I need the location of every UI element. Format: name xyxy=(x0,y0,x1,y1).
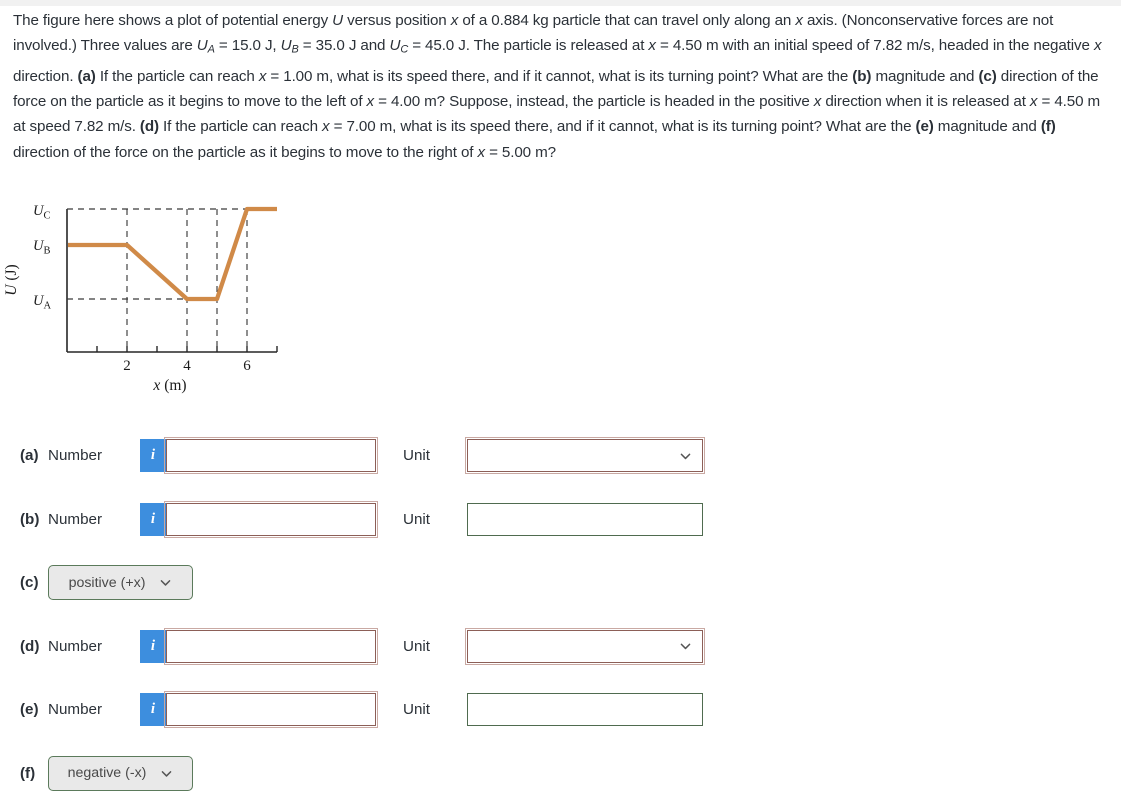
row-label: (e) xyxy=(20,701,39,719)
number-label: Number xyxy=(48,701,103,719)
chevron-down-icon xyxy=(680,453,691,459)
number-input[interactable] xyxy=(164,500,378,538)
number-input[interactable] xyxy=(164,627,378,665)
xtick-label-6: 6 xyxy=(243,358,251,374)
answer-row-a: (a) Number i Unit xyxy=(0,424,1121,488)
chevron-down-icon xyxy=(161,580,171,586)
answer-row-e: (e) Number i Unit xyxy=(0,678,1121,742)
number-label: Number xyxy=(48,637,103,655)
answer-row-b: (b) Number i Unit xyxy=(0,488,1121,552)
unit-label: Unit xyxy=(403,510,431,528)
ytick-label-uc: UC xyxy=(33,203,51,221)
problem-statement: The figure here shows a plot of potentia… xyxy=(13,12,1102,161)
direction-select-value: negative (-x) xyxy=(67,765,147,782)
x-axis-label: x (m) xyxy=(152,377,186,394)
unit-label: Unit xyxy=(403,447,431,465)
chevron-down-icon xyxy=(162,770,172,777)
problem-page: The figure here shows a plot of potentia… xyxy=(0,0,1121,793)
answer-row-f: (f) negative (-x) xyxy=(0,742,1121,793)
direction-select[interactable]: positive (+x) xyxy=(48,565,193,601)
number-label: Number xyxy=(48,447,103,465)
info-icon-button[interactable]: i xyxy=(140,693,166,727)
ytick-label-ub: UB xyxy=(33,238,51,256)
unit-label: Unit xyxy=(403,701,431,719)
xtick-label-2: 2 xyxy=(123,358,131,374)
ytick-label-ua: UA xyxy=(33,293,51,311)
row-label: (b) xyxy=(20,510,40,528)
chevron-down-icon xyxy=(680,643,691,650)
row-label: (a) xyxy=(20,447,39,465)
info-icon-button[interactable]: i xyxy=(140,502,166,536)
unit-select[interactable] xyxy=(465,627,705,665)
vertical-guide-lines xyxy=(126,209,248,348)
row-label: (d) xyxy=(20,637,40,655)
info-icon-button[interactable]: i xyxy=(140,629,166,663)
unit-label: Unit xyxy=(403,637,431,655)
answer-row-d: (d) Number i Unit xyxy=(0,615,1121,679)
potential-energy-curve xyxy=(68,206,277,302)
info-icon-button[interactable]: i xyxy=(140,439,166,473)
row-label: (f) xyxy=(20,764,36,782)
y-axis-label: U (J) xyxy=(3,264,20,295)
unit-input[interactable] xyxy=(467,693,703,727)
direction-select-value: positive (+x) xyxy=(68,574,146,591)
number-input[interactable] xyxy=(164,691,378,729)
number-label: Number xyxy=(48,510,103,528)
answer-row-c: (c) positive (+x) xyxy=(0,551,1121,615)
row-label: (c) xyxy=(20,574,39,592)
number-input[interactable] xyxy=(164,437,378,475)
potential-energy-figure: UC UB UA 2 4 6 x (m) U (J) xyxy=(0,198,320,403)
answer-rows: (a) Number i Unit (b) Number i Unit (c) positive … xyxy=(0,424,1121,793)
top-band xyxy=(0,0,1121,6)
xtick-label-4: 4 xyxy=(183,358,191,374)
unit-select[interactable] xyxy=(465,437,705,475)
unit-input[interactable] xyxy=(467,502,703,536)
potential-energy-plot: UC UB UA 2 4 6 x (m) U (J) xyxy=(3,203,278,394)
direction-select[interactable]: negative (-x) xyxy=(48,755,193,791)
